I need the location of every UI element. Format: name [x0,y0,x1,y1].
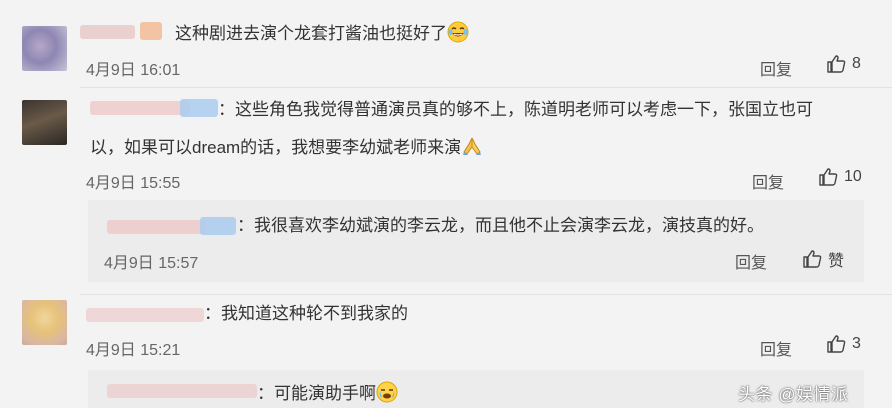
comment-time: 4月9日 16:01 [86,62,181,79]
reply-button[interactable]: 回复 [735,249,767,273]
comment-text: ：我知道这种轮不到我家的 [204,304,408,323]
comment-text: 这种剧进去演个龙套打酱油也挺好了 [175,21,469,45]
divider [80,294,892,295]
like-button[interactable]: 10 [818,167,862,187]
sub-reply-text: ：可能演助手啊 [257,381,398,405]
avatar[interactable] [22,100,67,145]
divider [80,87,892,88]
praying-hands-emoji [463,137,482,155]
like-count: 8 [852,55,861,72]
like-count: 3 [852,335,861,352]
like-count: 10 [844,168,862,185]
sub-reply-time: 4月9日 15:57 [104,255,199,272]
user-badge-blurred [180,99,218,117]
laughing-crying-emoji [447,21,469,43]
watermark: 头条 @娱情派 [738,385,849,404]
username-blurred[interactable] [107,384,257,398]
crying-face-emoji [376,381,398,403]
thumbs-up-icon [803,250,822,268]
username-blurred[interactable] [90,101,190,115]
thumbs-up-icon [827,55,846,73]
user-badge-blurred [140,22,162,40]
like-button[interactable]: 8 [826,54,861,74]
username-blurred[interactable] [80,25,135,39]
avatar[interactable] [22,300,67,345]
like-button[interactable]: 赞 [802,247,844,271]
reply-button[interactable]: 回复 [760,336,792,360]
comment-text-continued: 以，如果可以dream的话，我想要李幼斌老师来演 [90,135,483,159]
reply-button[interactable]: 回复 [760,56,792,80]
thumbs-up-icon [819,168,838,186]
reply-button[interactable]: 回复 [752,169,784,193]
username-blurred[interactable] [86,308,204,322]
thumbs-up-icon [827,335,846,353]
user-badge-blurred [200,217,236,235]
avatar[interactable] [22,26,67,71]
comment-time: 4月9日 15:55 [86,175,181,192]
comment-text: ：这些角色我觉得普通演员真的够不上，陈道明老师可以考虑一下，张国立也可 [218,100,813,119]
username-blurred[interactable] [107,220,207,234]
like-label: 赞 [828,253,845,270]
like-button[interactable]: 3 [826,334,861,354]
sub-reply-text: ：我很喜欢李幼斌演的李云龙，而且他不止会演李云龙，演技真的好。 [237,216,764,235]
comment-time: 4月9日 15:21 [86,342,181,359]
